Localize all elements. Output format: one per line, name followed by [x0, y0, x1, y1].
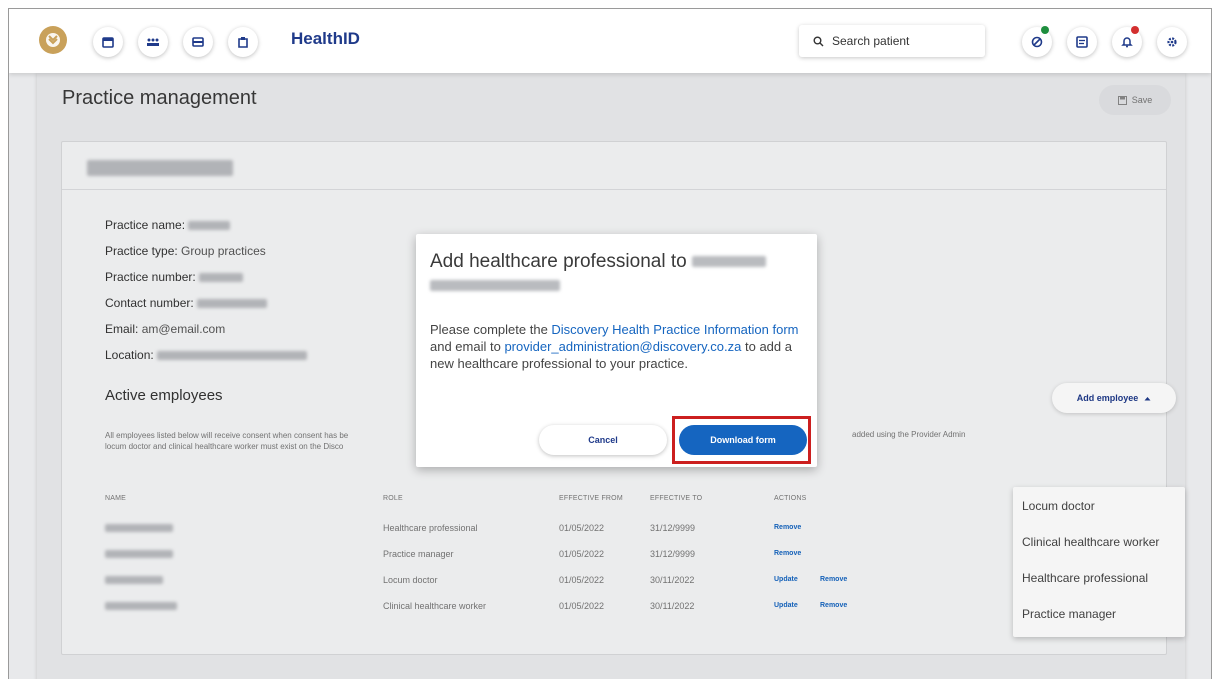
notifications-icon[interactable]: [1112, 26, 1142, 57]
search-icon: [813, 36, 824, 46]
redacted-practice-name: [691, 256, 766, 268]
messages-icon[interactable]: [1067, 27, 1097, 57]
search-input[interactable]: Search patient: [799, 25, 985, 57]
body-text: and email to: [430, 339, 505, 354]
card-icon[interactable]: [183, 27, 213, 57]
settings-icon[interactable]: [1157, 27, 1187, 57]
practice-form-link[interactable]: Discovery Health Practice Information fo…: [551, 322, 798, 337]
online-status-dot: [1041, 26, 1049, 34]
dialog-title: Add healthcare professional to: [430, 250, 766, 298]
body-text: Please complete the: [430, 322, 552, 337]
dialog-title-text: Add healthcare professional to: [430, 251, 687, 272]
add-professional-dialog: Add healthcare professional to Please co…: [416, 234, 817, 467]
highlight-box: [672, 416, 811, 464]
brand-title: HealthID: [291, 29, 360, 48]
admin-email-link[interactable]: provider_administration@discovery.co.za: [504, 339, 741, 354]
people-icon[interactable]: [138, 27, 168, 57]
alert-dot: [1131, 26, 1139, 34]
clipboard-icon[interactable]: [228, 27, 258, 57]
dialog-body: Please complete the Discovery Health Pra…: [430, 321, 808, 372]
redacted-practice-number: [430, 280, 560, 292]
search-placeholder: Search patient: [832, 34, 910, 48]
top-bar: HealthID Search patient: [9, 9, 1211, 73]
app-logo[interactable]: [39, 26, 67, 54]
cancel-button[interactable]: Cancel: [539, 425, 667, 455]
calendar-icon[interactable]: [93, 27, 123, 57]
app-window: HealthID Search patient Practice managem…: [8, 8, 1212, 679]
consent-icon[interactable]: [1022, 26, 1052, 57]
